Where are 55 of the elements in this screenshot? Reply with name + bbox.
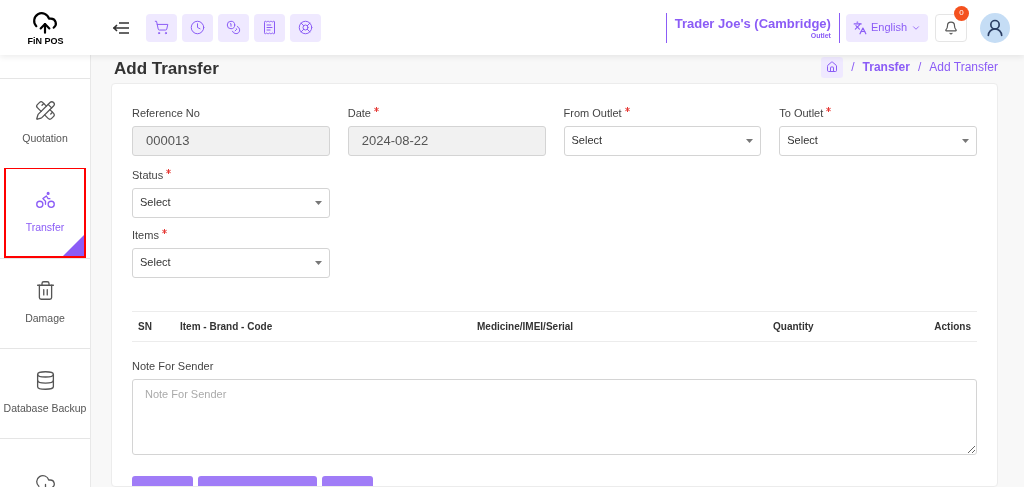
field-label: Status bbox=[132, 167, 164, 182]
column-header: SN bbox=[138, 319, 153, 334]
sidebar-item[interactable]: Damage bbox=[0, 258, 90, 348]
dropdown-arrow-icon bbox=[746, 138, 754, 143]
required-asterisk-icon bbox=[624, 106, 630, 112]
breadcrumb-separator: / bbox=[851, 59, 855, 77]
dropdown-arrow-icon bbox=[962, 138, 969, 143]
field-label: Date bbox=[347, 105, 371, 120]
database-icon bbox=[34, 370, 56, 392]
column-header: Medicine/IMEI/Serial bbox=[477, 319, 575, 334]
pencil-ruler-icon bbox=[34, 100, 56, 122]
field-label: From Outlet bbox=[563, 105, 622, 120]
corner-triangle-icon bbox=[63, 235, 84, 256]
column-header: Item - Brand - Code bbox=[180, 319, 274, 334]
dropdown-arrow-icon bbox=[315, 200, 322, 205]
avatar[interactable] bbox=[980, 12, 1010, 43]
required-asterisk-icon bbox=[166, 168, 172, 174]
field-label: Note For Sender bbox=[132, 358, 215, 374]
sidebar-item[interactable]: Quotation bbox=[0, 78, 90, 168]
coins-icon[interactable] bbox=[218, 13, 249, 42]
select-field[interactable]: Select bbox=[779, 125, 977, 156]
home-icon[interactable] bbox=[821, 56, 844, 78]
dropdown-arrow-icon bbox=[315, 260, 322, 265]
notification-badge: 0 bbox=[954, 5, 969, 21]
clock-icon[interactable] bbox=[182, 13, 213, 42]
column-header: Quantity bbox=[773, 319, 815, 334]
sidebar-item[interactable]: Database Backup bbox=[0, 348, 90, 438]
outlet-name: Trader Joe's (Cambridge) bbox=[674, 15, 831, 31]
sidebar-item[interactable]: Transfer bbox=[4, 168, 86, 258]
breadcrumb-link[interactable]: Transfer bbox=[862, 58, 910, 77]
column-header: Actions bbox=[933, 319, 971, 334]
page-title: Add Transfer bbox=[114, 58, 219, 80]
select-field[interactable]: Select bbox=[563, 125, 762, 156]
required-asterisk-icon bbox=[374, 106, 379, 112]
translate-icon bbox=[852, 20, 867, 35]
note-field[interactable]: Note For Sender bbox=[132, 379, 977, 455]
lifebuoy-icon[interactable] bbox=[290, 13, 321, 42]
required-asterisk-icon bbox=[826, 106, 832, 112]
field-label: To Outlet bbox=[779, 105, 824, 120]
select-field[interactable]: Select bbox=[132, 247, 330, 278]
menu-collapse-icon[interactable] bbox=[112, 20, 130, 35]
cart-icon[interactable] bbox=[146, 13, 177, 42]
breadcrumb-link[interactable]: Add Transfer bbox=[929, 58, 998, 77]
bike-icon bbox=[34, 189, 56, 211]
breadcrumb-separator: / bbox=[917, 59, 922, 77]
field-label: Reference No bbox=[132, 105, 200, 120]
logo[interactable]: FiN POS bbox=[27, 9, 64, 46]
notification-button[interactable] bbox=[935, 13, 967, 42]
language-button[interactable]: English bbox=[845, 13, 928, 42]
trash-icon bbox=[34, 280, 56, 302]
field-label: Items bbox=[132, 227, 159, 242]
bell-icon bbox=[944, 20, 958, 35]
required-asterisk-icon bbox=[161, 228, 167, 234]
select-field[interactable]: Select bbox=[132, 187, 330, 218]
receipt-icon[interactable] bbox=[254, 13, 285, 42]
